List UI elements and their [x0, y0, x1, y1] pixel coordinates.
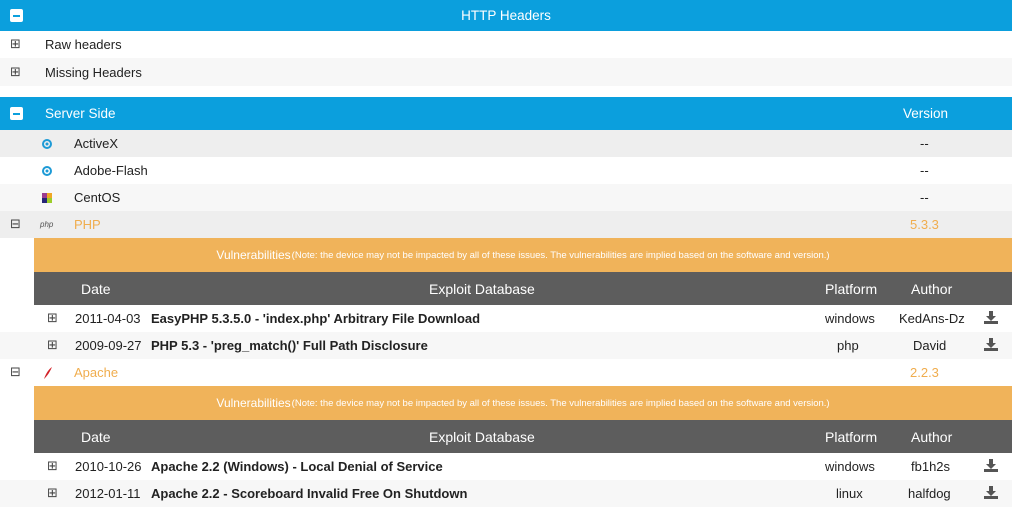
vuln-title[interactable]: EasyPHP 5.3.5.0 - 'index.php' Arbitrary …: [151, 311, 480, 326]
tech-version: 5.3.3: [910, 217, 939, 232]
collapse-icon[interactable]: [10, 9, 23, 22]
vuln-author: David: [913, 338, 947, 353]
col-platform: Platform: [825, 429, 878, 445]
collapse-icon[interactable]: [10, 107, 23, 120]
http-headers-header[interactable]: HTTP Headers: [0, 0, 1012, 31]
vuln-author: KedAns-Dz: [899, 311, 965, 326]
vulnerabilities-title: Vulnerabilities: [216, 248, 291, 262]
raw-headers-label: Raw headers: [45, 37, 122, 52]
tech-version: --: [920, 136, 929, 151]
vuln-title[interactable]: PHP 5.3 - 'preg_match()' Full Path Discl…: [151, 338, 428, 353]
expand-icon[interactable]: ⊞: [47, 312, 58, 325]
expand-icon[interactable]: ⊞: [10, 66, 21, 79]
activex-icon: [42, 139, 52, 149]
expand-icon[interactable]: ⊞: [47, 339, 58, 352]
apache-feather-icon: [44, 367, 52, 379]
vulnerabilities-note: (Note: the device may not be impacted by…: [291, 397, 830, 409]
col-date: Date: [81, 281, 111, 297]
tech-row-apache[interactable]: ⊟ Apache 2.2.3: [0, 359, 1012, 386]
version-column-header: Version: [903, 106, 949, 121]
vulnerabilities-banner: Vulnerabilities (Note: the device may not…: [34, 386, 1012, 420]
missing-headers-row[interactable]: ⊞ Missing Headers: [0, 58, 1012, 86]
vuln-date: 2011-04-03: [75, 311, 141, 326]
vuln-platform: php: [837, 338, 859, 353]
vuln-row[interactable]: ⊞ 2011-04-03 EasyPHP 5.3.5.0 - 'index.ph…: [0, 305, 1012, 332]
vuln-author: halfdog: [908, 486, 951, 501]
vuln-row[interactable]: ⊞ 2012-01-11 Apache 2.2 - Scoreboard Inv…: [0, 480, 1012, 507]
flash-icon: [42, 166, 52, 176]
http-headers-title: HTTP Headers: [461, 8, 551, 23]
collapse-icon[interactable]: ⊟: [10, 218, 21, 231]
tech-name: PHP: [74, 217, 101, 232]
tech-row-php[interactable]: ⊟ php PHP 5.3.3: [0, 211, 1012, 238]
vuln-platform: windows: [825, 459, 875, 474]
tech-row-adobe-flash[interactable]: Adobe-Flash --: [0, 157, 1012, 184]
vuln-date: 2012-01-11: [75, 486, 141, 501]
vuln-table-header: Date Exploit Database Platform Author: [34, 420, 1012, 453]
vuln-platform: windows: [825, 311, 875, 326]
php-icon: php: [40, 220, 54, 229]
tech-row-centos[interactable]: CentOS --: [0, 184, 1012, 211]
vulnerabilities-title: Vulnerabilities: [216, 396, 291, 410]
download-icon[interactable]: [984, 486, 998, 499]
vuln-author: fb1h2s: [911, 459, 951, 474]
tech-name: ActiveX: [74, 136, 119, 151]
centos-icon: [42, 193, 52, 203]
download-icon[interactable]: [984, 338, 998, 351]
tech-name: Apache: [74, 365, 119, 380]
col-author: Author: [911, 281, 953, 297]
col-author: Author: [911, 429, 953, 445]
tech-name: Adobe-Flash: [74, 163, 148, 178]
tech-version: --: [920, 163, 929, 178]
download-icon[interactable]: [984, 311, 998, 324]
vuln-date: 2010-10-26: [75, 459, 142, 474]
raw-headers-row[interactable]: ⊞ Raw headers: [0, 31, 1012, 58]
col-exploit-database: Exploit Database: [429, 429, 535, 445]
vuln-platform: linux: [836, 486, 863, 501]
tech-name: CentOS: [74, 190, 121, 205]
vuln-date: 2009-09-27: [75, 338, 142, 353]
col-date: Date: [81, 429, 111, 445]
vuln-title[interactable]: Apache 2.2 - Scoreboard Invalid Free On …: [151, 486, 467, 501]
expand-icon[interactable]: ⊞: [47, 460, 58, 473]
vuln-row[interactable]: ⊞ 2010-10-26 Apache 2.2 (Windows) - Loca…: [0, 453, 1012, 480]
col-exploit-database: Exploit Database: [429, 281, 535, 297]
tech-row-activex[interactable]: ActiveX --: [0, 130, 1012, 157]
download-icon[interactable]: [984, 459, 998, 472]
server-side-title: Server Side: [45, 106, 116, 121]
expand-icon[interactable]: ⊞: [47, 487, 58, 500]
tech-version: --: [920, 190, 929, 205]
vulnerabilities-note: (Note: the device may not be impacted by…: [291, 249, 830, 261]
col-platform: Platform: [825, 281, 878, 297]
collapse-icon[interactable]: ⊟: [10, 366, 21, 379]
vuln-title[interactable]: Apache 2.2 (Windows) - Local Denial of S…: [151, 459, 443, 474]
missing-headers-label: Missing Headers: [45, 65, 142, 80]
vulnerabilities-banner: Vulnerabilities (Note: the device may not…: [34, 238, 1012, 272]
expand-icon[interactable]: ⊞: [10, 38, 21, 51]
server-side-header[interactable]: Server Side Version: [0, 97, 1012, 130]
tech-version: 2.2.3: [910, 365, 939, 380]
vuln-row[interactable]: ⊞ 2009-09-27 PHP 5.3 - 'preg_match()' Fu…: [0, 332, 1012, 359]
vuln-table-header: Date Exploit Database Platform Author: [34, 272, 1012, 305]
